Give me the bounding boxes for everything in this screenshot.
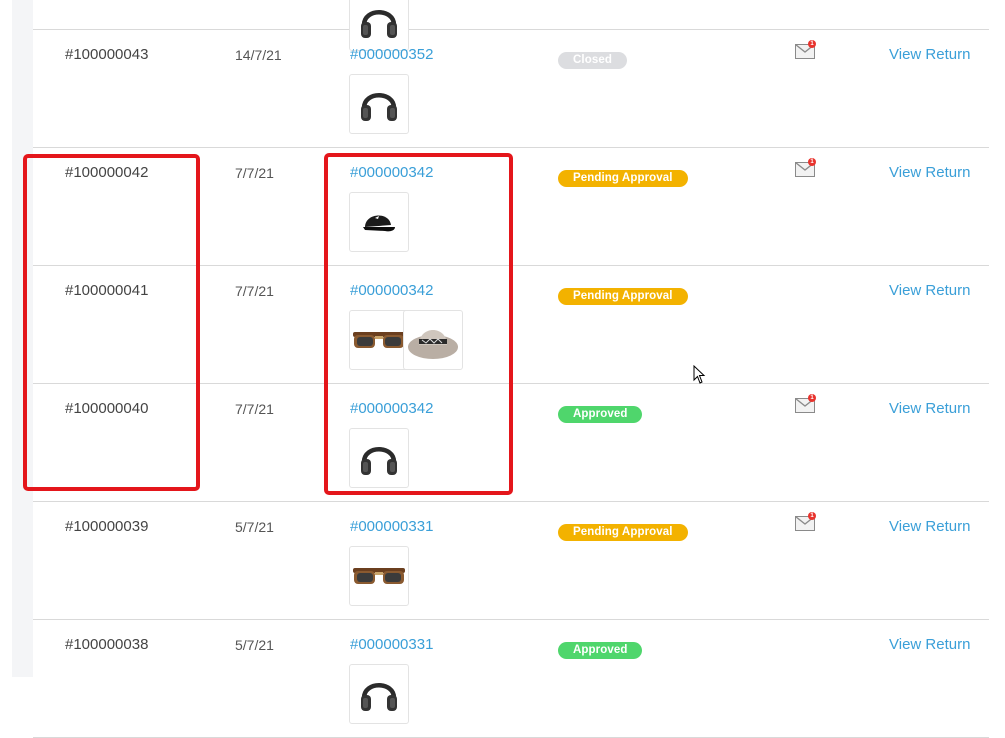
return-id: #100000038 <box>65 636 149 653</box>
sunglasses-icon <box>353 568 405 584</box>
table-row <box>33 0 989 51</box>
view-return-link[interactable]: View Return <box>889 636 970 653</box>
status-badge-label: Pending Approval <box>558 524 688 541</box>
product-thumbnail[interactable] <box>349 74 409 134</box>
left-rail <box>0 0 12 677</box>
view-return-link[interactable]: View Return <box>889 164 970 181</box>
return-date: 14/7/21 <box>235 47 282 63</box>
status-badge: Closed <box>558 50 627 69</box>
table-row: #100000039 5/7/21 #000000331 Pending Approv… <box>33 502 989 620</box>
view-return-link[interactable]: View Return <box>889 400 970 417</box>
view-return-link[interactable]: View Return <box>889 282 970 299</box>
status-badge: Approved <box>558 404 643 423</box>
status-badge: Pending Approval <box>558 522 688 541</box>
return-id: #100000043 <box>65 46 149 63</box>
return-date: 5/7/21 <box>235 519 274 535</box>
unread-count-badge: 1 <box>808 394 816 402</box>
product-thumbnail[interactable] <box>349 546 409 606</box>
return-date: 7/7/21 <box>235 165 274 181</box>
status-badge-label: Approved <box>558 642 643 659</box>
message-notification[interactable]: 1 <box>795 40 816 63</box>
status-badge: Approved <box>558 640 643 659</box>
status-badge-label: Approved <box>558 406 643 423</box>
unread-count-badge: 1 <box>808 158 816 166</box>
order-link[interactable]: #000000331 <box>350 518 433 535</box>
status-badge: Pending Approval <box>558 286 688 305</box>
status-badge: Pending Approval <box>558 168 688 187</box>
status-badge-label: Pending Approval <box>558 170 688 187</box>
unread-count-badge: 1 <box>808 40 816 48</box>
return-date: 7/7/21 <box>235 283 274 299</box>
headphones-icon <box>361 683 397 711</box>
product-thumbnails <box>349 74 409 134</box>
highlight-box-order-ids <box>324 153 513 495</box>
message-notification[interactable]: 1 <box>795 512 816 535</box>
mouse-cursor-icon <box>693 365 706 384</box>
return-date: 7/7/21 <box>235 401 274 417</box>
return-date: 5/7/21 <box>235 637 274 653</box>
status-badge-label: Closed <box>558 52 627 69</box>
view-return-link[interactable]: View Return <box>889 46 970 63</box>
order-link[interactable]: #000000352 <box>350 46 433 63</box>
product-thumbnails <box>349 664 409 724</box>
unread-count-badge: 1 <box>808 512 816 520</box>
view-return-link[interactable]: View Return <box>889 518 970 535</box>
table-row: #100000038 5/7/21 #000000331 Approved View R… <box>33 620 989 738</box>
status-badge-label: Pending Approval <box>558 288 688 305</box>
order-link[interactable]: #000000331 <box>350 636 433 653</box>
headphones-icon <box>361 93 397 121</box>
return-id: #100000039 <box>65 518 149 535</box>
table-row: #100000043 14/7/21 #000000352 Closed 1 View… <box>33 30 989 148</box>
highlight-box-return-ids <box>23 154 200 491</box>
message-notification[interactable]: 1 <box>795 158 816 181</box>
product-thumbnails <box>349 546 409 606</box>
product-thumbnail[interactable] <box>349 664 409 724</box>
message-notification[interactable]: 1 <box>795 394 816 417</box>
